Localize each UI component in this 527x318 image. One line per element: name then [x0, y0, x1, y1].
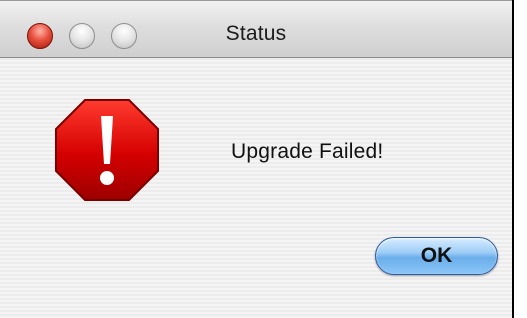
error-message: Upgrade Failed!	[231, 140, 384, 163]
stop-icon	[55, 99, 159, 201]
status-dialog-window: Status Upgrade Failed! OK	[0, 0, 514, 318]
title-bar[interactable]: Status	[0, 0, 512, 58]
ok-button[interactable]: OK	[375, 237, 498, 275]
ok-button-label: OK	[420, 244, 453, 267]
window-title: Status	[225, 22, 287, 45]
